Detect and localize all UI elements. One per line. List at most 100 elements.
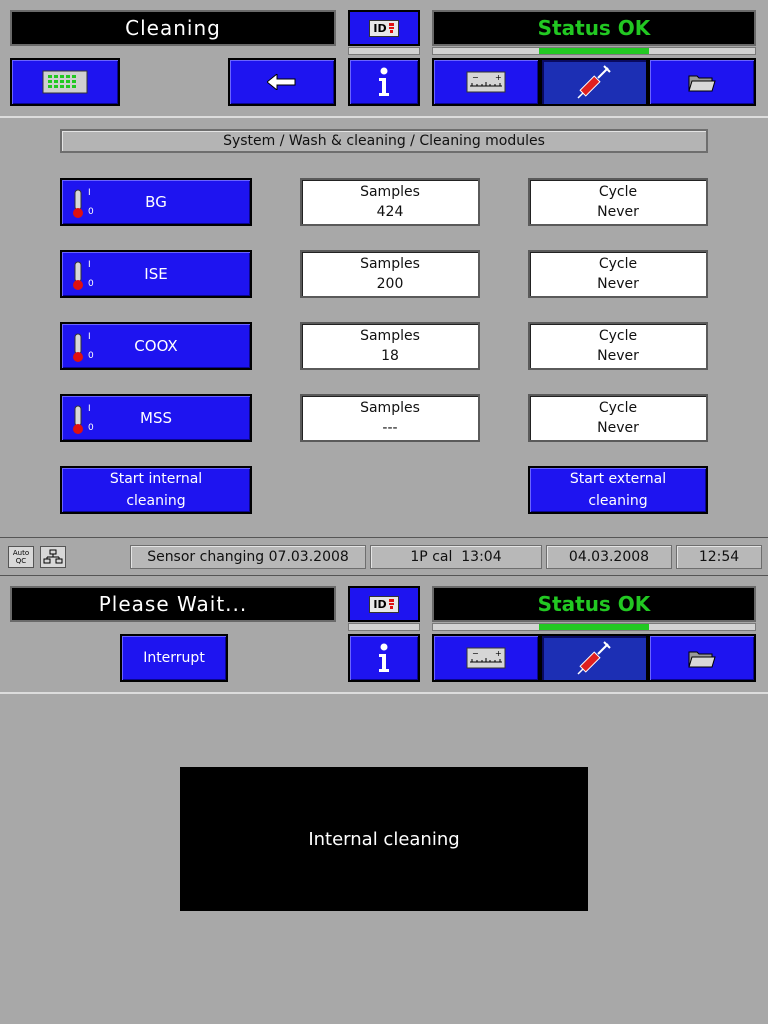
cycle-label: Cycle bbox=[598, 256, 638, 272]
thermometer-icon: I 0 bbox=[72, 332, 94, 363]
cycle-box-coox: Cycle Never bbox=[528, 322, 708, 370]
thermo-scale-bottom: 0 bbox=[88, 351, 94, 361]
calibration-tab[interactable]: − + bbox=[432, 58, 540, 106]
statusbar-top-line bbox=[0, 537, 768, 538]
statusbar: Auto QC Sensor changing 07.03.2008 1P ca… bbox=[0, 540, 768, 574]
auto-qc-line1: Auto bbox=[12, 549, 30, 557]
breadcrumb-text: System / Wash & cleaning / Cleaning modu… bbox=[223, 133, 545, 149]
keyboard-grid-icon bbox=[42, 70, 88, 94]
cycle-value: Never bbox=[597, 420, 639, 436]
status-display[interactable]: Status OK bbox=[432, 10, 756, 46]
time-field: 12:54 bbox=[676, 545, 762, 569]
auto-qc-icon[interactable]: Auto QC bbox=[8, 546, 34, 568]
start-internal-cleaning-button[interactable]: Start internal cleaning bbox=[60, 466, 252, 514]
thermometer-icon: I 0 bbox=[72, 260, 94, 291]
svg-text:+: + bbox=[495, 73, 502, 82]
samples-value: 200 bbox=[376, 276, 404, 292]
thermo-scale-bottom: 0 bbox=[88, 423, 94, 433]
wait-title-text: Please Wait... bbox=[98, 592, 248, 616]
calibration-status-field: 1P cal 13:04 bbox=[370, 545, 542, 569]
samples-box-ise: Samples 200 bbox=[300, 250, 480, 298]
interrupt-label: Interrupt bbox=[143, 650, 205, 666]
svg-text:−: − bbox=[472, 73, 479, 82]
thermo-scale-top: I bbox=[88, 332, 91, 342]
thermometer-icon: I 0 bbox=[72, 404, 94, 435]
module-button-bg[interactable]: I 0 BG bbox=[60, 178, 252, 226]
id-card-icon: ID bbox=[369, 595, 399, 613]
cycle-label: Cycle bbox=[598, 184, 638, 200]
sensor-status-field: Sensor changing 07.03.2008 bbox=[130, 545, 366, 569]
id-indicator-bar-2 bbox=[348, 623, 420, 631]
cycle-value: Never bbox=[597, 276, 639, 292]
module-label: COOX bbox=[134, 337, 178, 355]
cycle-value: Never bbox=[597, 348, 639, 364]
header-divider bbox=[0, 116, 768, 118]
samples-value: 18 bbox=[381, 348, 399, 364]
back-button[interactable] bbox=[228, 58, 336, 106]
menu-button[interactable] bbox=[10, 58, 120, 106]
syringe-icon bbox=[577, 65, 611, 99]
status-progress-bar bbox=[432, 47, 756, 55]
start-external-cleaning-button[interactable]: Start external cleaning bbox=[528, 466, 708, 514]
sample-tab-2[interactable] bbox=[540, 634, 648, 682]
thermo-scale-bottom: 0 bbox=[88, 207, 94, 217]
id-button[interactable]: ID bbox=[348, 10, 420, 46]
thermo-scale-top: I bbox=[88, 188, 91, 198]
sample-tab[interactable] bbox=[540, 58, 648, 106]
status-progress-fill-2 bbox=[539, 624, 649, 630]
module-button-ise[interactable]: I 0 ISE bbox=[60, 250, 252, 298]
module-button-mss[interactable]: I 0 MSS bbox=[60, 394, 252, 442]
thermo-scale-top: I bbox=[88, 260, 91, 270]
id-label: ID bbox=[373, 21, 387, 35]
cycle-box-ise: Cycle Never bbox=[528, 250, 708, 298]
cycle-label: Cycle bbox=[598, 400, 638, 416]
samples-value: 424 bbox=[376, 204, 404, 220]
svg-text:−: − bbox=[472, 649, 479, 658]
statusbar-bottom-line bbox=[0, 575, 768, 576]
status-display-2[interactable]: Status OK bbox=[432, 586, 756, 622]
thermometer-icon: I 0 bbox=[72, 188, 94, 219]
samples-label: Samples bbox=[360, 328, 420, 344]
scale-ruler-icon: − + bbox=[466, 71, 506, 93]
start-external-line2: cleaning bbox=[588, 493, 648, 509]
module-button-coox[interactable]: I 0 COOX bbox=[60, 322, 252, 370]
folder-tab-2[interactable] bbox=[648, 634, 756, 682]
id-card-icon: ID bbox=[369, 19, 399, 37]
sensor-status-text: Sensor changing 07.03.2008 bbox=[147, 549, 349, 565]
thermo-scale-bottom: 0 bbox=[88, 279, 94, 289]
scale-ruler-icon: − + bbox=[466, 647, 506, 669]
network-icon[interactable] bbox=[40, 546, 66, 568]
samples-label: Samples bbox=[360, 184, 420, 200]
info-button[interactable] bbox=[348, 58, 420, 106]
auto-qc-line2: QC bbox=[15, 557, 27, 565]
cycle-box-mss: Cycle Never bbox=[528, 394, 708, 442]
arrow-left-icon bbox=[267, 74, 296, 90]
module-label: BG bbox=[145, 193, 167, 211]
cleaning-message-box: Internal cleaning bbox=[180, 767, 588, 911]
wait-header-divider bbox=[0, 692, 768, 694]
samples-box-bg: Samples 424 bbox=[300, 178, 480, 226]
samples-value: --- bbox=[382, 420, 398, 436]
status-progress-fill bbox=[539, 48, 649, 54]
calibration-tab-2[interactable]: − + bbox=[432, 634, 540, 682]
id-button-2[interactable]: ID bbox=[348, 586, 420, 622]
calibration-status-text: 1P cal 13:04 bbox=[410, 549, 502, 565]
folder-tab[interactable] bbox=[648, 58, 756, 106]
id-indicator-bar bbox=[348, 47, 420, 55]
start-internal-line2: cleaning bbox=[126, 493, 186, 509]
status-text-2: Status OK bbox=[537, 592, 651, 616]
info-button-2[interactable] bbox=[348, 634, 420, 682]
samples-box-mss: Samples --- bbox=[300, 394, 480, 442]
status-text: Status OK bbox=[537, 16, 651, 40]
start-external-line1: Start external bbox=[569, 471, 667, 487]
screen-title: Cleaning bbox=[10, 10, 336, 46]
cycle-box-bg: Cycle Never bbox=[528, 178, 708, 226]
info-icon bbox=[379, 643, 389, 672]
date-text: 04.03.2008 bbox=[568, 549, 650, 565]
folder-icon bbox=[688, 75, 716, 92]
start-internal-line1: Start internal bbox=[109, 471, 203, 487]
cleaning-message-text: Internal cleaning bbox=[308, 828, 460, 850]
interrupt-button[interactable]: Interrupt bbox=[120, 634, 228, 682]
folder-icon bbox=[688, 651, 716, 668]
thermo-scale-top: I bbox=[88, 404, 91, 414]
